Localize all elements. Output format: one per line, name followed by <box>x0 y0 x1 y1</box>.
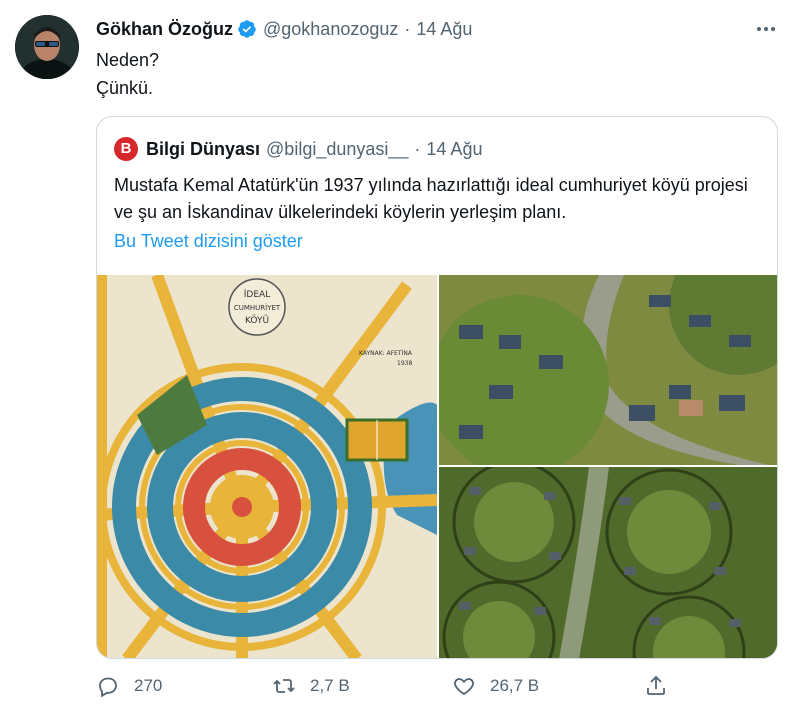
share-button[interactable] <box>644 674 668 698</box>
tweet-text-line: Çünkü. <box>96 78 154 98</box>
tweet-actions: 270 2,7 B 26,7 B <box>96 674 696 704</box>
quoted-author-avatar: B <box>114 137 138 161</box>
quoted-tweet-header: B Bilgi Dünyası @bilgi_dunyasi__ · 14 Ağ… <box>114 137 482 161</box>
reply-count: 270 <box>134 676 163 695</box>
plan-side-note: KAYNAK: AFETİNA <box>359 350 413 357</box>
quoted-tweet-text: Mustafa Kemal Atatürk'ün 1937 yılında ha… <box>114 175 748 222</box>
show-thread-link[interactable]: Bu Tweet dizisini göster <box>114 229 303 253</box>
plan-title-line2: CUMHURİYET <box>234 303 281 312</box>
quoted-tweet[interactable]: B Bilgi Dünyası @bilgi_dunyasi__ · 14 Ağ… <box>96 116 778 659</box>
plan-title-line1: İDEAL <box>244 289 270 300</box>
tweet: Gökhan Özoğuz @gokhanozoguz · 14 Ağu Ned… <box>0 0 799 707</box>
like-button[interactable]: 26,7 B <box>452 674 539 698</box>
quoted-tweet-date: 14 Ağu <box>426 139 483 159</box>
aerial-village-photo-top[interactable] <box>439 275 777 465</box>
aerial-village-photo-bottom[interactable] <box>439 467 777 658</box>
reply-icon <box>99 677 117 698</box>
tweet-text-line: Neden? <box>96 50 160 70</box>
share-icon <box>647 675 665 695</box>
tweet-date[interactable]: 14 Ağu <box>416 17 472 41</box>
avatar[interactable] <box>15 15 79 79</box>
heart-icon <box>454 678 474 696</box>
plan-side-year: 1938 <box>397 360 412 367</box>
quoted-author-name: Bilgi Dünyası <box>146 139 261 159</box>
more-options-icon[interactable] <box>753 17 779 41</box>
plan-title-line3: KÖYÜ <box>245 315 269 326</box>
reply-button[interactable]: 270 <box>96 674 162 698</box>
quoted-author-handle: @bilgi_dunyasi__ <box>266 139 409 159</box>
verified-badge-icon <box>237 19 257 39</box>
like-count: 26,7 B <box>490 676 540 695</box>
retweet-icon <box>273 679 295 693</box>
separator-dot: · <box>404 19 411 39</box>
author-name[interactable]: Gökhan Özoğuz <box>96 17 233 41</box>
tweet-header: Gökhan Özoğuz @gokhanozoguz · 14 Ağu <box>96 17 472 41</box>
retweet-count: 2,7 B <box>310 676 350 695</box>
author-handle[interactable]: @gokhanozoguz <box>263 17 398 41</box>
village-plan-image[interactable]: İDEAL CUMHURİYET KÖYÜ KAYNAK: AFETİNA 19… <box>97 275 437 658</box>
separator-dot: · <box>414 139 421 159</box>
retweet-button[interactable]: 2,7 B <box>272 674 350 698</box>
media-grid: İDEAL CUMHURİYET KÖYÜ KAYNAK: AFETİNA 19… <box>97 275 777 658</box>
